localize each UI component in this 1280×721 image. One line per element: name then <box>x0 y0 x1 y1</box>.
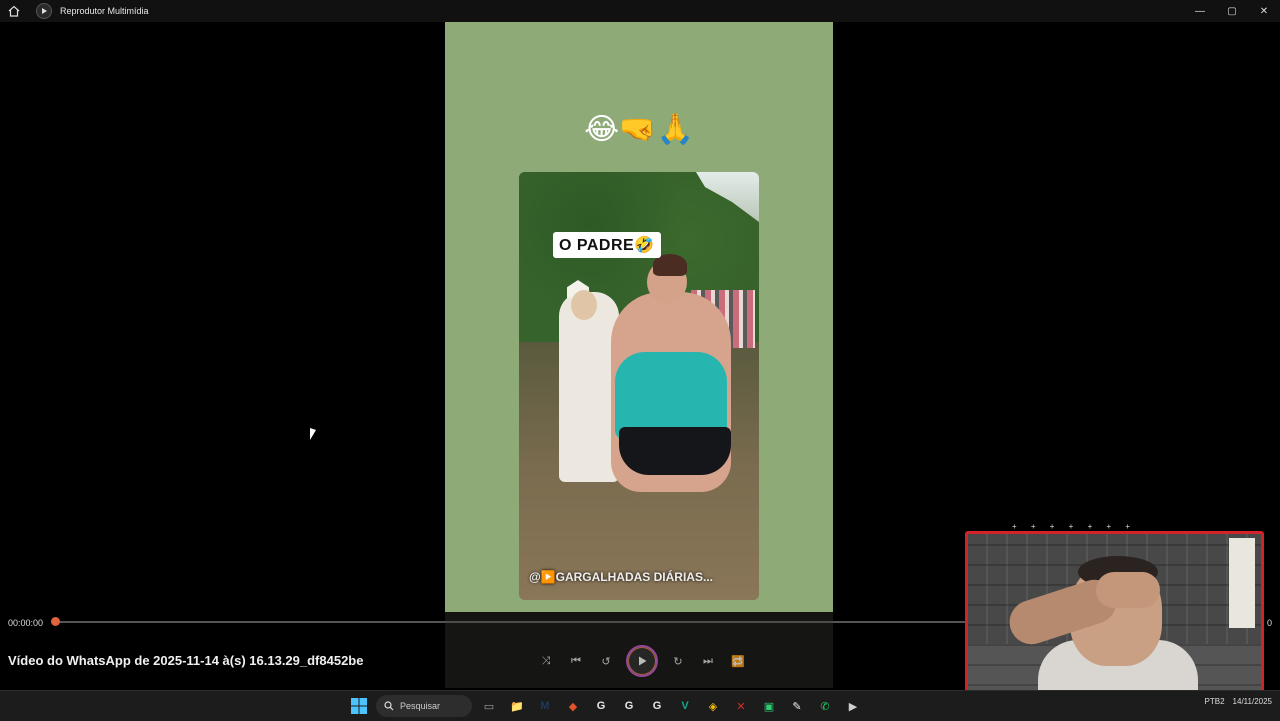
close-button[interactable]: ✕ <box>1248 0 1280 22</box>
next-button[interactable]: ⏭ <box>698 651 718 671</box>
language-indicator[interactable]: PTB2 <box>1205 697 1225 706</box>
shuffle-button[interactable]: ⤨ <box>536 651 556 671</box>
app-pen-icon[interactable]: ✎ <box>786 695 808 717</box>
media-player-glyph: ▶ <box>848 700 858 713</box>
app-green-glyph: ▣ <box>763 700 775 713</box>
rewind-icon: ↺ <box>601 655 611 668</box>
file-name: Vídeo do WhatsApp de 2025-11-14 à(s) 16.… <box>8 653 364 668</box>
repeat-icon: 🔁 <box>731 655 745 668</box>
shuffle-icon: ⤨ <box>541 654 551 667</box>
studio-light <box>1229 538 1255 628</box>
repeat-button[interactable]: 🔁 <box>728 651 748 671</box>
previous-icon: ⏮ <box>571 654 581 667</box>
chrome-icon[interactable]: G <box>646 695 668 717</box>
priest-figure <box>559 292 619 482</box>
app-pen-glyph: ✎ <box>792 700 802 713</box>
file-explorer-icon[interactable]: 📁 <box>506 695 528 717</box>
app-v-glyph: V <box>681 700 689 712</box>
chrome-icon[interactable]: G <box>590 695 612 717</box>
mouse-cursor <box>310 428 316 440</box>
whatsapp-icon[interactable]: ✆ <box>814 695 836 717</box>
app-m-glyph: M <box>540 700 550 712</box>
swim-skirt <box>619 427 731 475</box>
current-time: 00:00:00 <box>8 618 44 628</box>
forward-button[interactable]: ↻ <box>668 651 688 671</box>
end-time: 0 <box>1266 618 1272 628</box>
taskbar: Pesquisar ▭ 📁 M ◆ G G G V ◈ ✕ ▣ ✎ ✆ ▶ PT… <box>0 690 1280 721</box>
app-x-icon[interactable]: ✕ <box>730 695 752 717</box>
chrome-glyph: G <box>596 700 606 712</box>
app-v-icon[interactable]: V <box>674 695 696 717</box>
streamer-hand <box>1096 572 1160 608</box>
media-player-icon[interactable]: ▶ <box>842 695 864 717</box>
windows-start-icon[interactable] <box>348 695 370 717</box>
app-logo-icon <box>36 3 52 19</box>
watermark-text: @▶️GARGALHADAS DIÁRIAS... <box>529 570 713 584</box>
clock-date[interactable]: 14/11/2025 <box>1233 697 1272 706</box>
app-green-icon[interactable]: ▣ <box>758 695 780 717</box>
home-icon[interactable] <box>0 0 28 22</box>
emoji-caption: 😂🤜🙏 <box>584 113 694 146</box>
minimize-button[interactable]: — <box>1184 0 1216 22</box>
maximize-button[interactable]: ▢ <box>1216 0 1248 22</box>
chrome-icon[interactable]: G <box>618 695 640 717</box>
brave-glyph: ◆ <box>568 700 578 713</box>
webcam-overlay <box>965 531 1264 701</box>
app-m-icon[interactable]: M <box>534 695 556 717</box>
file-explorer-glyph: 📁 <box>510 700 524 713</box>
seek-handle[interactable] <box>51 617 60 626</box>
next-icon: ⏭ <box>703 654 713 667</box>
title-bar: Reprodutor Multimídia — ▢ ✕ <box>0 0 1280 22</box>
transport-controls: ⤨ ⏮ ↺ ↻ ⏭ 🔁 <box>536 645 748 677</box>
previous-button[interactable]: ⏮ <box>566 651 586 671</box>
whatsapp-glyph: ✆ <box>820 700 830 713</box>
brave-icon[interactable]: ◆ <box>562 695 584 717</box>
chrome-glyph: G <box>652 700 662 712</box>
task-view-icon[interactable]: ▭ <box>478 695 500 717</box>
system-tray: PTB2 14/11/2025 <box>1205 697 1272 706</box>
video-content-photo: O PADRE🤣 @▶️GARGALHADAS DIÁRIAS... <box>519 172 759 600</box>
task-view-glyph: ▭ <box>483 700 495 713</box>
priest-head <box>571 290 597 320</box>
caption-tag: O PADRE🤣 <box>553 232 661 258</box>
binance-icon[interactable]: ◈ <box>702 695 724 717</box>
play-button[interactable] <box>626 645 658 677</box>
search-icon <box>384 701 394 711</box>
forward-icon: ↻ <box>673 655 683 668</box>
play-icon <box>639 656 647 666</box>
window-title: Reprodutor Multimídia <box>60 6 149 16</box>
taskbar-search[interactable]: Pesquisar <box>376 695 472 717</box>
app-x-glyph: ✕ <box>736 700 746 713</box>
rewind-button[interactable]: ↺ <box>596 651 616 671</box>
video-frame[interactable]: 😂🤜🙏 O PADRE🤣 @▶️GARGALHADAS DIÁRIAS... <box>445 0 833 612</box>
streamer <box>1003 556 1218 698</box>
chrome-glyph: G <box>624 700 634 712</box>
binance-glyph: ◈ <box>708 700 718 713</box>
search-placeholder: Pesquisar <box>400 701 441 711</box>
